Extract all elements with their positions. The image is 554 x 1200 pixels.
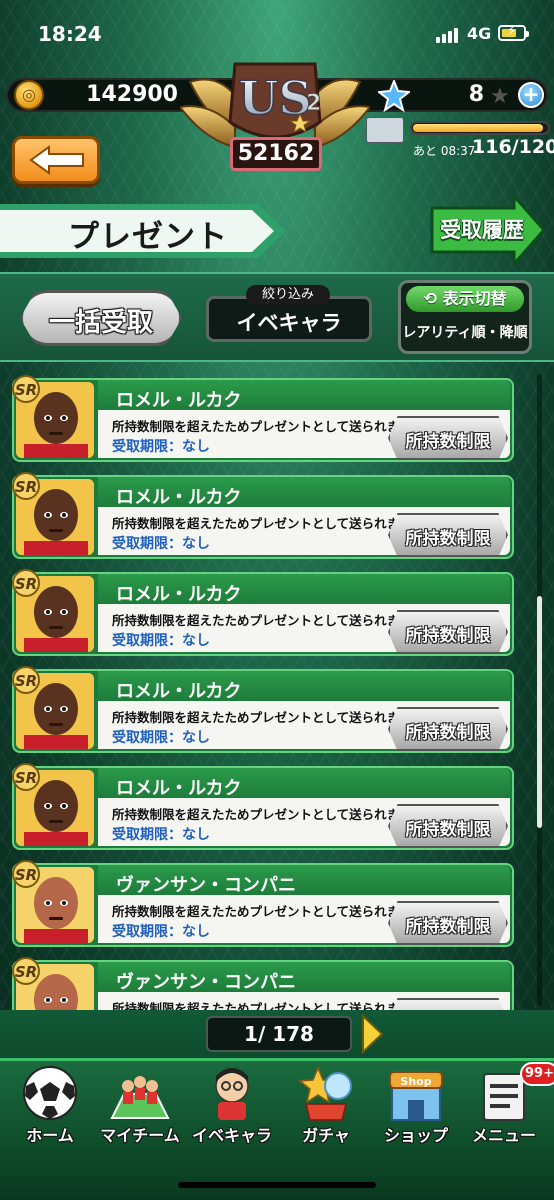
star-count: 8 bbox=[468, 82, 484, 107]
menu-badge: 99+ bbox=[520, 1062, 554, 1086]
receive-limit: 受取期限：なし bbox=[112, 730, 210, 746]
player-name: ロメル・ルカク bbox=[116, 390, 242, 411]
add-stars-button[interactable]: + bbox=[518, 82, 544, 108]
sort-toggle-value: レアリティ順・降順 bbox=[402, 325, 528, 341]
team-icon bbox=[110, 1076, 170, 1119]
rarity-badge-icon: SR bbox=[12, 375, 40, 403]
present-card: SR ロメル・ルカク 所持数制限を超えたためプレゼントとして送られました 受取期… bbox=[12, 569, 514, 656]
rarity-badge-icon: SR bbox=[12, 763, 40, 791]
svg-text:SR: SR bbox=[15, 381, 37, 399]
nav-label: ガチャ bbox=[302, 1126, 350, 1145]
receive-limit: 受取期限：なし bbox=[112, 827, 210, 843]
present-description: 所持数制限を超えたためプレゼントとして送られました bbox=[112, 807, 425, 822]
scroll-thumb[interactable] bbox=[537, 596, 542, 828]
ownership-limit-button[interactable]: 所持数制限 bbox=[388, 718, 508, 743]
present-description: 所持数制限を超えたためプレゼントとして送られました bbox=[112, 904, 425, 919]
present-card: SR ロメル・ルカク 所持数制限を超えたためプレゼントとして送られました 受取期… bbox=[12, 666, 514, 753]
back-button[interactable] bbox=[12, 136, 100, 184]
svg-text:Shop: Shop bbox=[400, 1075, 431, 1088]
coin-count: 142900 bbox=[86, 82, 178, 107]
bulk-receive-button[interactable]: 一括受取 bbox=[20, 302, 182, 339]
rarity-badge-icon: SR bbox=[12, 472, 40, 500]
ownership-limit-button[interactable]: 所持数制限 bbox=[388, 524, 508, 549]
sort-toggle-caption: ⟲ 表示切替 bbox=[406, 286, 524, 312]
filter-value[interactable]: イベキャラ bbox=[206, 307, 372, 337]
rank-number: 52162 bbox=[230, 137, 322, 171]
nav-label: マイチーム bbox=[100, 1126, 180, 1145]
history-button[interactable]: 受取履歴 bbox=[436, 214, 528, 244]
page-title: プレゼント bbox=[68, 219, 228, 255]
rarity-badge-icon: SR bbox=[12, 569, 40, 597]
player-name: ロメル・ルカク bbox=[116, 778, 242, 799]
filter-caption: 絞り込み bbox=[246, 285, 330, 305]
nav-label: メニュー bbox=[471, 1126, 536, 1145]
present-card: SR ロメル・ルカク 所持数制限を超えたためプレゼントとして送られました 受取期… bbox=[12, 472, 514, 559]
present-card: SR ヴァンサン・コンパニ 所持数制限を超えたためプレゼントとして送られました … bbox=[12, 860, 514, 947]
gacha-icon bbox=[298, 1066, 352, 1121]
svg-text:2: 2 bbox=[306, 91, 321, 116]
nav-event-character[interactable]: イベキャラ bbox=[182, 1062, 282, 1152]
stamina-icon bbox=[366, 117, 404, 143]
present-card: SR ヴァンサン・コンパニ 所持数制限を超えたためプレゼントとして送られました … bbox=[12, 957, 514, 1010]
list-scrollbar[interactable] bbox=[537, 374, 542, 1006]
signal-icon bbox=[436, 27, 462, 43]
battery-icon: ⚡ bbox=[498, 24, 529, 41]
receive-limit: 受取期限：なし bbox=[112, 924, 210, 940]
ownership-limit-button[interactable]: 所持数制限 bbox=[388, 621, 508, 646]
soccer-ball-icon bbox=[23, 1066, 77, 1120]
svg-text:SR: SR bbox=[15, 575, 37, 593]
nav-home[interactable]: ホーム bbox=[0, 1062, 100, 1152]
nav-shop[interactable]: Shop ショップ bbox=[366, 1062, 466, 1152]
player-name: ヴァンサン・コンパニ bbox=[116, 875, 296, 896]
present-description: 所持数制限を超えたためプレゼントとして送られました bbox=[112, 613, 425, 628]
svg-text:SR: SR bbox=[15, 963, 37, 981]
event-character-icon bbox=[215, 1068, 249, 1120]
svg-text:SR: SR bbox=[15, 478, 37, 496]
coin-icon: ◎ bbox=[14, 80, 44, 110]
player-name: ヴァンサン・コンパニ bbox=[116, 972, 296, 993]
receive-limit: 受取期限：なし bbox=[112, 536, 210, 552]
receive-limit: 受取期限：なし bbox=[112, 633, 210, 649]
status-time: 18:24 bbox=[38, 22, 102, 46]
nav-label: イベキャラ bbox=[191, 1126, 272, 1145]
star-icon bbox=[378, 80, 410, 112]
present-card: SR ロメル・ルカク 所持数制限を超えたためプレゼントとして送られました 受取期… bbox=[12, 763, 514, 850]
nav-menu[interactable]: 99+ メニュー bbox=[454, 1062, 554, 1152]
present-description: 所持数制限を超えたためプレゼントとして送られました bbox=[112, 1001, 425, 1010]
svg-text:SR: SR bbox=[15, 866, 37, 884]
rarity-badge-icon: SR bbox=[12, 666, 40, 694]
present-list[interactable]: SR ロメル・ルカク 所持数制限を超えたためプレゼントとして送られました 受取期… bbox=[0, 364, 554, 1010]
nav-label: ホーム bbox=[26, 1126, 74, 1145]
player-name: ロメル・ルカク bbox=[116, 584, 242, 605]
rarity-badge-icon: SR bbox=[12, 860, 40, 888]
svg-text:SR: SR bbox=[15, 769, 37, 787]
ownership-limit-button[interactable]: 所持数制限 bbox=[388, 815, 508, 840]
page-indicator: 1/ 178 bbox=[206, 1016, 352, 1052]
present-description: 所持数制限を超えたためプレゼントとして送られました bbox=[112, 419, 425, 434]
gray-star-icon: ★ bbox=[490, 84, 510, 109]
nav-my-team[interactable]: マイチーム bbox=[90, 1062, 190, 1152]
player-name: ロメル・ルカク bbox=[116, 681, 242, 702]
nav-label: ショップ bbox=[383, 1126, 448, 1145]
stamina-timer: あと 08:37 bbox=[413, 144, 476, 158]
present-card: SR ロメル・ルカク 所持数制限を超えたためプレゼントとして送られました 受取期… bbox=[12, 375, 514, 462]
player-name: ロメル・ルカク bbox=[116, 487, 242, 508]
ownership-limit-button[interactable]: 所持数制限 bbox=[388, 912, 508, 937]
ownership-limit-button[interactable]: 所持数制限 bbox=[388, 427, 508, 452]
rarity-badge-icon: SR bbox=[12, 957, 40, 985]
svg-text:SR: SR bbox=[15, 672, 37, 690]
nav-gacha[interactable]: ガチャ bbox=[276, 1062, 376, 1152]
stamina-count: 116/120 bbox=[472, 136, 554, 158]
shop-icon: Shop bbox=[389, 1071, 443, 1121]
home-indicator bbox=[178, 1182, 376, 1188]
receive-limit: 受取期限：なし bbox=[112, 439, 210, 455]
back-arrow-icon bbox=[29, 145, 84, 175]
network-label: 4G bbox=[467, 24, 492, 43]
stamina-bar bbox=[410, 121, 550, 135]
present-description: 所持数制限を超えたためプレゼントとして送られました bbox=[112, 710, 425, 725]
next-page-icon[interactable] bbox=[360, 1014, 384, 1054]
present-description: 所持数制限を超えたためプレゼントとして送られました bbox=[112, 516, 425, 531]
